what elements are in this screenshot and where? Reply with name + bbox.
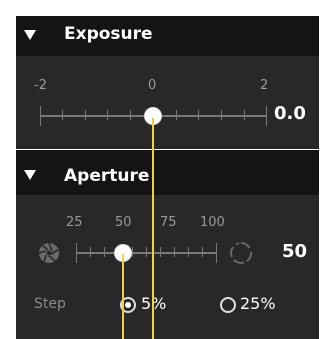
aperture-panel: 25 50 75 100 50 Step 25% [16,195,319,339]
exposure-slider-tick [62,110,63,120]
aperture-slider-tick [90,247,91,257]
aperture-slider-tick [146,247,147,257]
collapse-icon[interactable] [24,30,36,40]
exposure-max-label: 2 [260,78,269,93]
aperture-slider-tick [174,247,175,257]
aperture-value: 50 [282,241,308,262]
radio-selected-dot [125,302,131,308]
exposure-slider-tick [221,110,222,120]
aperture-tick-label: 50 [115,215,132,230]
aperture-slider-tick [132,247,133,257]
exposure-slider-tick [85,110,86,120]
exposure-slider-tick [130,110,131,120]
exposure-mid-label: 0 [148,78,157,93]
exposure-guide-line [152,118,154,339]
exposure-slider-tick [40,106,41,126]
exposure-panel: -2 0 2 0.0 [16,56,319,149]
aperture-title: Aperture [64,166,150,186]
aperture-slider-tick [76,243,77,263]
aperture-tick-label: 100 [200,215,225,230]
exposure-slider-tick [244,110,245,120]
exposure-value: 0.0 [274,103,306,124]
exposure-slider-tick [107,110,108,120]
aperture-header[interactable]: Aperture [16,150,319,195]
aperture-slider-tick [188,247,189,257]
exposure-slider-tick [198,110,199,120]
step-label: Step [34,296,66,312]
exposure-title: Exposure [64,24,153,44]
step-25-label[interactable]: 25% [240,294,276,313]
exposure-slider-tick [176,110,177,120]
aperture-guide-line [122,254,124,339]
exposure-header[interactable]: Exposure [16,16,319,56]
collapse-icon[interactable] [24,170,36,180]
aperture-slider-tick [160,247,161,257]
aperture-tick-label: 25 [66,215,83,230]
aperture-open-icon [230,242,252,264]
aperture-closed-icon [38,242,59,263]
step-25-radio[interactable] [220,297,236,313]
aperture-tick-label: 75 [160,215,177,230]
exposure-min-label: -2 [34,78,47,93]
aperture-slider-tick [202,247,203,257]
aperture-slider-tick [216,243,217,263]
aperture-slider-tick [104,247,105,257]
exposure-slider-tick [266,106,267,126]
